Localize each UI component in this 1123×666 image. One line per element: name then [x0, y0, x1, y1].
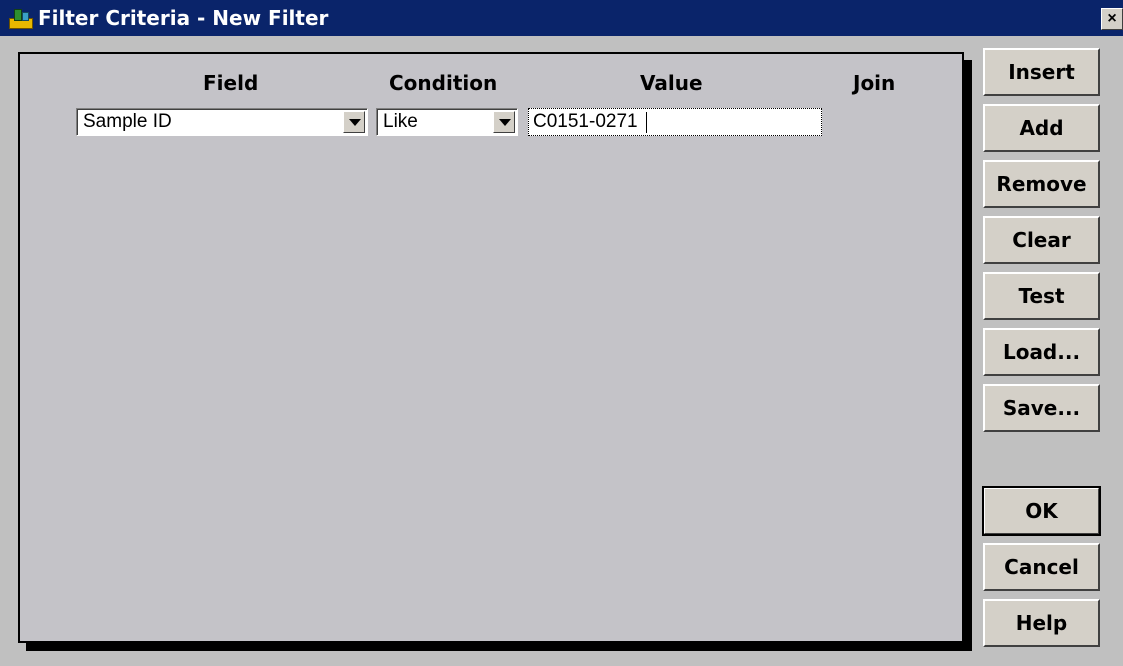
save-button[interactable]: Save...	[983, 384, 1100, 432]
criteria-panel: Field Condition Value Join Sample ID Lik…	[18, 52, 964, 643]
field-dropdown-button[interactable]	[343, 111, 365, 133]
title-bar[interactable]: Filter Criteria - New Filter ×	[0, 0, 1123, 36]
value-field[interactable]	[528, 108, 822, 136]
join-column-header: Join	[853, 71, 896, 95]
ok-button[interactable]: OK	[982, 486, 1101, 536]
clear-button[interactable]: Clear	[983, 216, 1100, 264]
load-button[interactable]: Load...	[983, 328, 1100, 376]
insert-button[interactable]: Insert	[983, 48, 1100, 96]
value-input[interactable]	[533, 111, 813, 133]
condition-column-header: Condition	[389, 71, 498, 95]
field-dropdown-value: Sample ID	[83, 111, 172, 132]
cancel-button[interactable]: Cancel	[983, 543, 1100, 591]
value-column-header: Value	[640, 71, 703, 95]
add-button[interactable]: Add	[983, 104, 1100, 152]
help-button[interactable]: Help	[983, 599, 1100, 647]
field-dropdown[interactable]: Sample ID	[76, 108, 368, 136]
close-button[interactable]: ×	[1101, 8, 1123, 30]
condition-dropdown-button[interactable]	[493, 111, 515, 133]
remove-button[interactable]: Remove	[983, 160, 1100, 208]
test-button[interactable]: Test	[983, 272, 1100, 320]
condition-dropdown-value: Like	[383, 111, 418, 132]
text-caret	[646, 112, 647, 133]
window-title: Filter Criteria - New Filter	[38, 6, 329, 30]
chevron-down-icon	[349, 119, 361, 126]
field-column-header: Field	[203, 71, 259, 95]
condition-dropdown[interactable]: Like	[376, 108, 518, 136]
app-crane-icon[interactable]	[8, 6, 34, 30]
chevron-down-icon	[499, 119, 511, 126]
